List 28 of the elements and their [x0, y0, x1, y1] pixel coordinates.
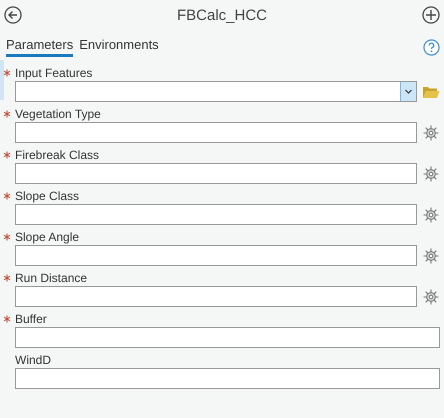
input-field[interactable] — [15, 204, 417, 225]
input-field[interactable] — [15, 122, 417, 143]
field-label: Firebreak Class — [15, 148, 100, 162]
input-field[interactable] — [15, 286, 417, 307]
field-label: Vegetation Type — [15, 107, 101, 121]
input-field[interactable] — [15, 327, 440, 348]
field-label: WindD — [15, 353, 52, 367]
window-title: FBCalc_HCC — [176, 6, 267, 24]
field-label: Slope Class — [15, 189, 80, 203]
settings-icon[interactable] — [422, 206, 440, 224]
field-label: Input Features — [15, 66, 92, 80]
caret-icon[interactable] — [405, 89, 412, 94]
settings-icon[interactable] — [422, 124, 440, 142]
field-label: Run Distance — [15, 271, 88, 285]
tab[interactable]: Environments — [79, 37, 159, 57]
settings-icon[interactable] — [422, 288, 440, 306]
input-field[interactable] — [15, 368, 440, 389]
field-label: Slope Angle — [15, 230, 80, 244]
dropdown-field[interactable] — [15, 81, 417, 102]
field-label: Buffer — [15, 312, 47, 326]
input-field[interactable] — [15, 163, 417, 184]
help-icon[interactable] — [423, 38, 440, 56]
input-field[interactable] — [15, 245, 417, 266]
settings-icon[interactable] — [422, 246, 440, 264]
tab[interactable]: Parameters — [6, 37, 74, 57]
settings-icon[interactable] — [422, 164, 440, 182]
back-icon[interactable] — [4, 6, 22, 24]
add-icon[interactable] — [422, 6, 440, 24]
